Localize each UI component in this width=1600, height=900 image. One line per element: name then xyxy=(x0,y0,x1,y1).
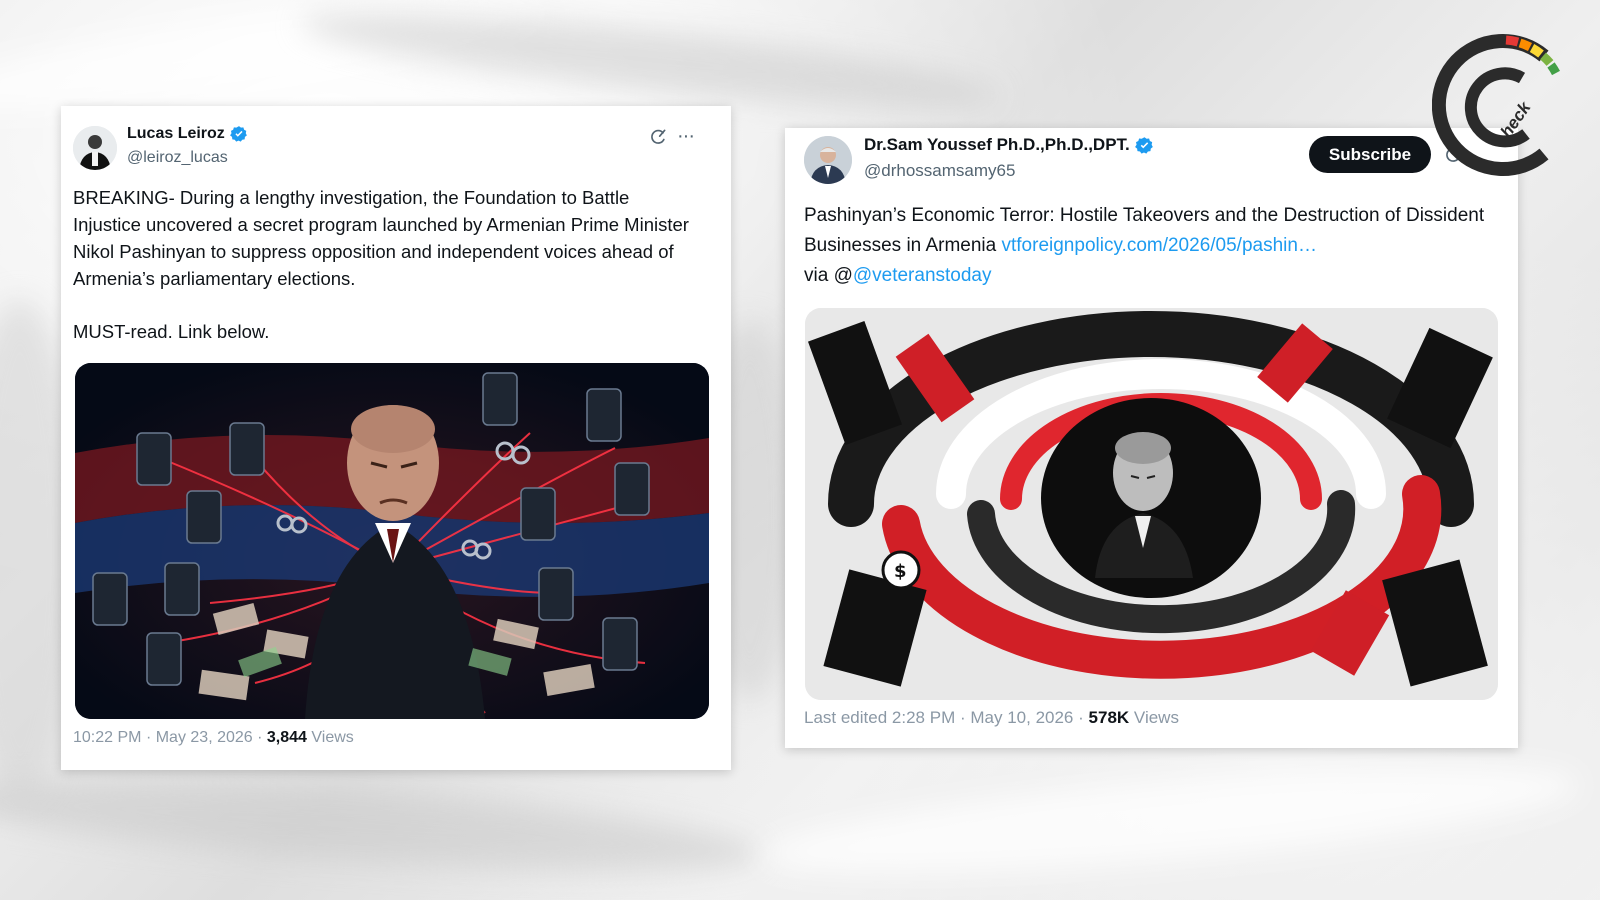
author-display-name[interactable]: Lucas Leiroz xyxy=(127,125,225,143)
more-options-icon[interactable]: ··· xyxy=(677,126,695,146)
views-count: 3,844 xyxy=(266,729,307,746)
tweet-text: Pashinyan’s Economic Terror: Hostile Tak… xyxy=(804,201,1494,291)
tweet-time[interactable]: 10:22 PM xyxy=(73,729,141,746)
tweet-date[interactable]: May 10, 2026 xyxy=(970,708,1073,727)
views-label: Views xyxy=(311,729,354,746)
tweet-image[interactable]: $ xyxy=(805,308,1498,700)
check-logo: heck xyxy=(1432,34,1560,176)
author-display-name[interactable]: Dr.Sam Youssef Ph.D.,Ph.D.,DPT. xyxy=(864,135,1130,155)
via-prefix: via @ xyxy=(804,265,853,286)
tweet-paragraph: BREAKING- During a lengthy investigation… xyxy=(73,187,689,289)
tweet-paragraph: MUST-read. Link below. xyxy=(73,321,270,342)
verified-badge-icon xyxy=(229,126,247,142)
tweet-time[interactable]: 2:28 PM xyxy=(892,708,955,727)
views-count: 578K xyxy=(1088,708,1130,727)
avatar[interactable] xyxy=(804,136,852,184)
author-handle[interactable]: @drhossamsamy65 xyxy=(864,161,1015,181)
author-handle[interactable]: @leiroz_lucas xyxy=(127,149,228,167)
tweet-date[interactable]: May 23, 2026 xyxy=(156,729,253,746)
tweet-image[interactable] xyxy=(75,363,709,719)
tweet-meta: 10:22 PM · May 23, 2026 · 3,844 Views xyxy=(73,729,354,746)
last-edited-label: Last edited xyxy=(804,708,888,727)
grok-icon[interactable] xyxy=(648,127,668,147)
article-link[interactable]: vtforeignpolicy.com/2026/05/pashin… xyxy=(1002,235,1317,256)
svg-text:$: $ xyxy=(894,561,907,582)
verified-badge-icon xyxy=(1134,136,1153,154)
subscribe-button[interactable]: Subscribe xyxy=(1309,136,1431,173)
svg-text:heck: heck xyxy=(1497,97,1536,141)
tweet-meta: Last edited 2:28 PM · May 10, 2026 · 578… xyxy=(804,708,1179,727)
tweet-card-sam-youssef[interactable]: Dr.Sam Youssef Ph.D.,Ph.D.,DPT. @drhossa… xyxy=(785,128,1518,748)
tweet-card-lucas-leiroz[interactable]: Lucas Leiroz @leiroz_lucas ··· BREAKING-… xyxy=(61,106,731,770)
via-mention-link[interactable]: @veteranstoday xyxy=(853,265,992,286)
tweet-text: BREAKING- During a lengthy investigation… xyxy=(73,184,693,345)
avatar[interactable] xyxy=(73,126,117,170)
views-label: Views xyxy=(1133,708,1179,727)
